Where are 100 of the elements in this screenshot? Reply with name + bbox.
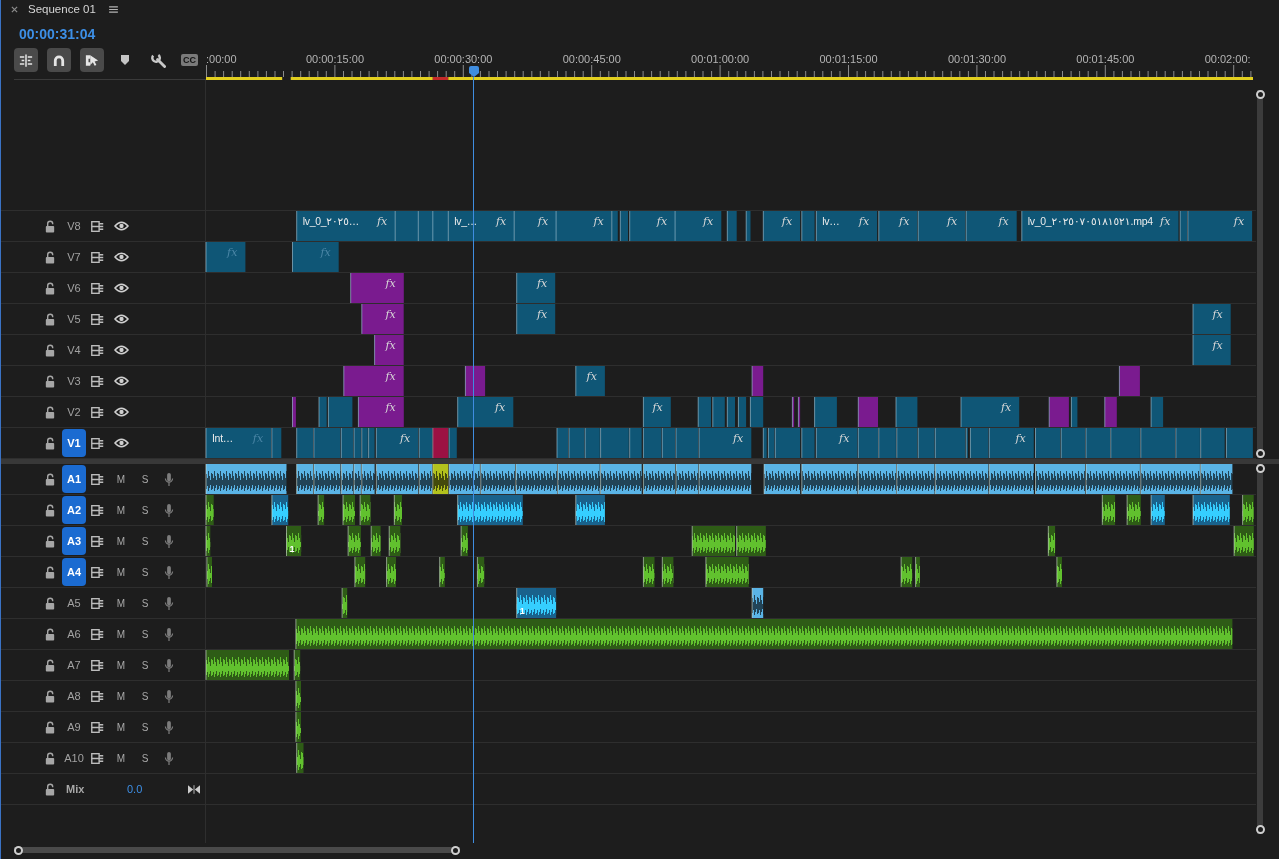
microphone-icon[interactable]	[164, 688, 174, 704]
audio-clip[interactable]	[480, 463, 516, 495]
video-clip[interactable]	[751, 365, 764, 397]
video-clip[interactable]	[629, 427, 643, 459]
audio-clip[interactable]	[476, 556, 485, 588]
audio-clip[interactable]	[370, 525, 382, 557]
audio-clip[interactable]	[801, 463, 858, 495]
audio-clip[interactable]	[293, 649, 301, 681]
video-clip[interactable]	[642, 427, 662, 459]
audio-clip[interactable]	[460, 525, 469, 557]
lock-icon[interactable]	[44, 219, 56, 233]
audio-clip[interactable]	[675, 463, 699, 495]
audio-clip[interactable]	[296, 463, 314, 495]
box-lines-icon[interactable]	[91, 251, 104, 263]
box-lines-icon[interactable]	[91, 566, 104, 578]
fx-badge[interactable]: fx	[733, 432, 744, 445]
video-clip[interactable]	[917, 427, 935, 459]
lock-icon[interactable]	[44, 250, 56, 264]
video-clip[interactable]	[1150, 396, 1164, 428]
video-clip[interactable]	[516, 272, 556, 304]
audio-clip[interactable]	[340, 463, 354, 495]
audio-clip[interactable]	[317, 494, 325, 526]
video-clip[interactable]	[1175, 427, 1201, 459]
video-clip[interactable]	[611, 210, 619, 242]
fx-badge[interactable]: fx	[1212, 339, 1223, 352]
video-clip[interactable]	[340, 427, 354, 459]
microphone-icon[interactable]	[164, 502, 174, 518]
audio-clip[interactable]	[1140, 463, 1201, 495]
video-clip[interactable]	[934, 427, 966, 459]
video-clip[interactable]	[1070, 396, 1078, 428]
microphone-icon[interactable]	[164, 564, 174, 580]
fx-badge[interactable]: fx	[586, 370, 597, 383]
track-label[interactable]: V3	[62, 367, 86, 395]
video-clip[interactable]	[432, 427, 449, 459]
audio-clip[interactable]	[206, 556, 213, 588]
audio-clip[interactable]	[1150, 494, 1166, 526]
solo-button[interactable]: S	[137, 659, 153, 671]
video-clip[interactable]	[1104, 396, 1118, 428]
fx-badge[interactable]: fx	[376, 215, 388, 228]
audio-clip[interactable]	[439, 556, 446, 588]
fx-badge[interactable]: fx	[652, 401, 663, 414]
track-label[interactable]: V7	[62, 243, 86, 271]
lock-icon[interactable]	[44, 281, 56, 295]
audio-clip[interactable]	[934, 463, 989, 495]
video-clip[interactable]	[343, 365, 405, 397]
video-clip[interactable]	[418, 427, 433, 459]
video-clip[interactable]	[726, 210, 738, 242]
video-clip[interactable]	[313, 427, 341, 459]
audio-clip[interactable]	[661, 556, 674, 588]
mute-button[interactable]: M	[113, 690, 129, 702]
track-label[interactable]: A6	[62, 620, 86, 648]
audio-clip[interactable]	[354, 556, 366, 588]
video-clip[interactable]	[619, 210, 629, 242]
lock-icon[interactable]	[44, 343, 56, 357]
fx-badge[interactable]: fx	[998, 215, 1009, 228]
video-clip[interactable]	[575, 365, 606, 397]
audio-clip[interactable]	[642, 463, 676, 495]
video-clip[interactable]	[1192, 303, 1232, 335]
video-clip[interactable]	[1187, 210, 1253, 242]
box-lines-icon[interactable]	[91, 282, 104, 294]
video-clip[interactable]	[774, 427, 801, 459]
video-clip[interactable]	[767, 427, 775, 459]
eye-icon[interactable]	[114, 314, 129, 324]
fx-badge[interactable]: fx	[385, 370, 396, 383]
scroll-handle[interactable]	[1256, 825, 1265, 834]
lock-icon[interactable]	[44, 596, 56, 610]
track-label[interactable]: V8	[62, 212, 86, 240]
scroll-handle[interactable]	[14, 846, 23, 855]
audio-clip[interactable]	[448, 463, 481, 495]
fx-badge[interactable]: fx	[947, 215, 958, 228]
close-icon[interactable]	[11, 5, 18, 13]
fx-badge[interactable]: fx	[537, 308, 548, 321]
lock-icon[interactable]	[44, 472, 56, 486]
video-clip[interactable]	[726, 396, 736, 428]
audio-clip[interactable]	[432, 463, 449, 495]
solo-button[interactable]: S	[137, 473, 153, 485]
audio-clip[interactable]	[205, 649, 290, 681]
video-clip[interactable]	[965, 210, 1018, 242]
video-clip[interactable]	[917, 210, 966, 242]
video-clip[interactable]	[1048, 396, 1070, 428]
audio-clip[interactable]	[1035, 463, 1086, 495]
audio-clip[interactable]	[705, 556, 750, 588]
audio-clip[interactable]	[1047, 525, 1056, 557]
audio-clip[interactable]	[1192, 494, 1231, 526]
video-clip[interactable]	[1110, 427, 1141, 459]
track-label[interactable]: A10	[62, 744, 86, 772]
video-clip[interactable]	[296, 210, 396, 242]
microphone-icon[interactable]	[164, 750, 174, 766]
fx-badge[interactable]: fx	[495, 401, 506, 414]
linked-selection-button[interactable]	[80, 48, 104, 72]
fx-badge[interactable]: fx	[400, 432, 411, 445]
audio-clip[interactable]	[388, 525, 401, 557]
mute-button[interactable]: M	[113, 659, 129, 671]
box-lines-icon[interactable]	[91, 752, 104, 764]
audio-clip[interactable]	[386, 556, 397, 588]
fx-badge[interactable]: fx	[1015, 432, 1026, 445]
audio-clip[interactable]	[313, 463, 341, 495]
audio-clip[interactable]	[857, 463, 897, 495]
solo-button[interactable]: S	[137, 690, 153, 702]
audio-clip[interactable]	[642, 556, 655, 588]
